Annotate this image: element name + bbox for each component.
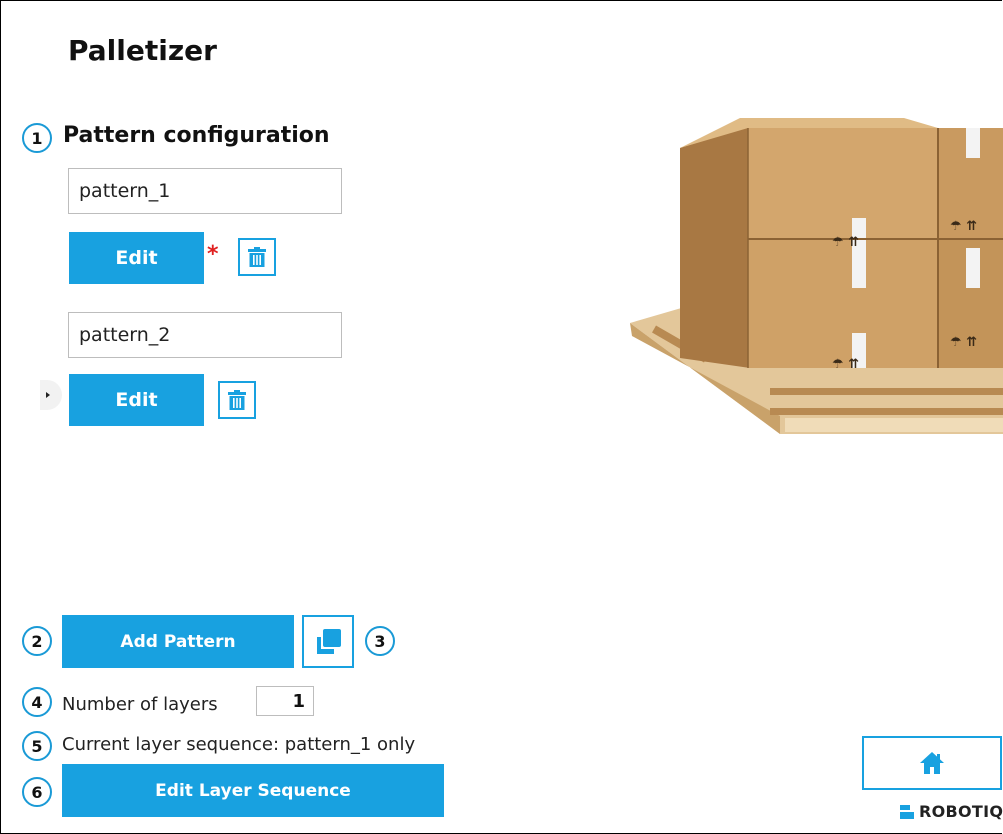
pallet-boxes-illustration: ☂ ⇈ ☂ ⇈ ☂ ⇈ ☂ ⇈ xyxy=(630,118,1003,434)
layer-sequence-text: Current layer sequence: pattern_1 only xyxy=(62,734,416,755)
pattern-name-field-2[interactable] xyxy=(68,312,342,358)
copy-icon xyxy=(317,628,341,654)
home-button[interactable] xyxy=(862,736,1002,790)
svg-text:☂ ⇈: ☂ ⇈ xyxy=(950,219,977,234)
brand-logo: ROBOTIQ xyxy=(898,802,1003,821)
callout-badge-3: 3 xyxy=(365,626,395,656)
svg-text:☂ ⇈: ☂ ⇈ xyxy=(950,335,977,350)
section-title: Pattern configuration xyxy=(63,123,330,148)
unsaved-marker: * xyxy=(207,242,219,267)
robotiq-logo-icon xyxy=(900,804,914,819)
duplicate-pattern-button[interactable] xyxy=(302,615,354,668)
callout-badge-4: 4 xyxy=(22,687,52,717)
delete-pattern-2-button[interactable] xyxy=(218,381,256,419)
trash-icon xyxy=(248,247,266,267)
add-pattern-button[interactable]: Add Pattern xyxy=(62,615,294,668)
svg-text:☂ ⇈: ☂ ⇈ xyxy=(832,235,859,250)
number-of-layers-label: Number of layers xyxy=(62,694,218,715)
edit-pattern-1-button[interactable]: Edit xyxy=(69,232,204,284)
edit-pattern-2-button[interactable]: Edit xyxy=(69,374,204,426)
delete-pattern-1-button[interactable] xyxy=(238,238,276,276)
callout-badge-5: 5 xyxy=(22,731,52,761)
svg-text:☂ ⇈: ☂ ⇈ xyxy=(832,357,859,372)
callout-badge-2: 2 xyxy=(22,626,52,656)
callout-badge-6: 6 xyxy=(22,777,52,807)
brand-name: ROBOTIQ xyxy=(919,802,1003,821)
pattern-name-field-1[interactable] xyxy=(68,168,342,214)
trash-icon xyxy=(228,390,246,410)
page-title: Palletizer xyxy=(68,34,217,67)
edit-layer-sequence-button[interactable]: Edit Layer Sequence xyxy=(62,764,444,817)
callout-badge-1: 1 xyxy=(22,123,52,153)
home-icon xyxy=(920,752,944,774)
number-of-layers-input[interactable] xyxy=(256,686,314,716)
